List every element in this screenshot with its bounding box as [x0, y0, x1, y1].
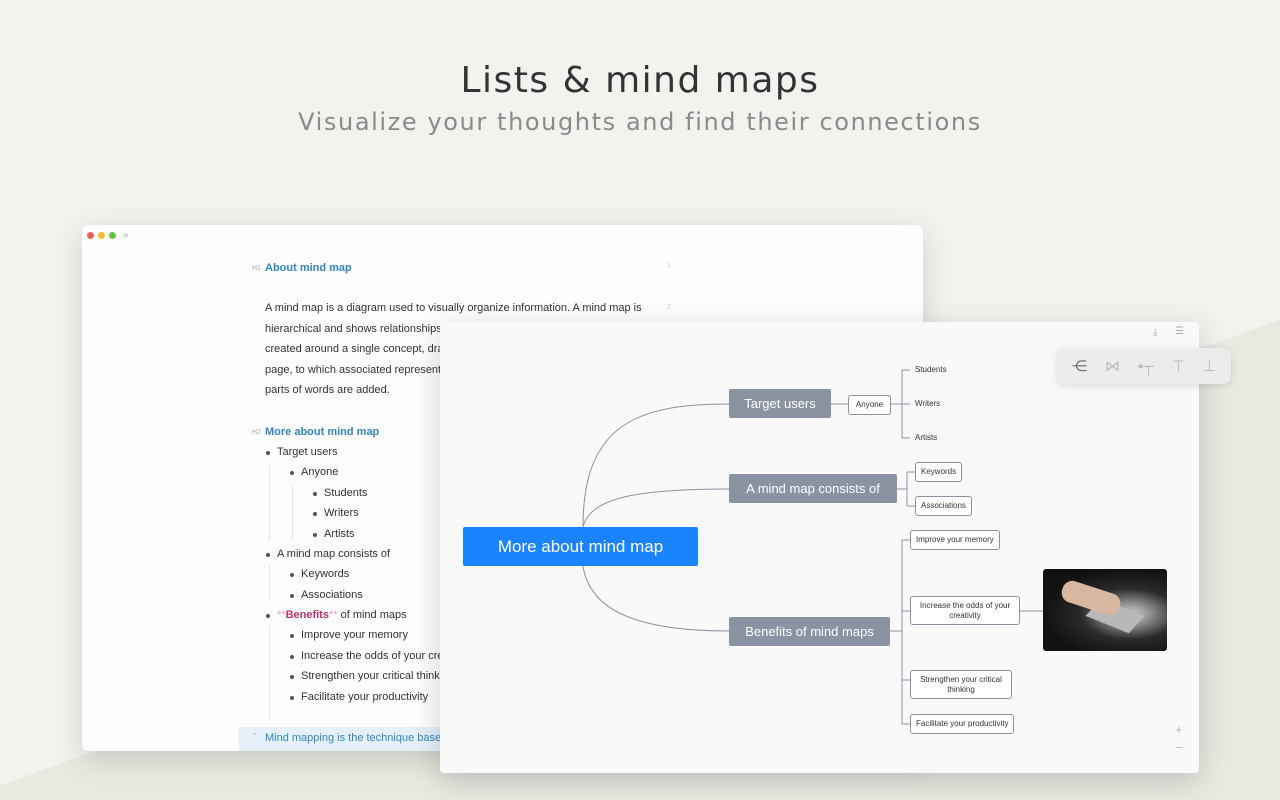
mindmap-node-odds[interactable]: Increase the odds of your creativity: [910, 596, 1020, 625]
heading-level-label: H1: [252, 265, 261, 272]
list-item[interactable]: Facilitate your productivity: [289, 691, 428, 703]
list-item[interactable]: Keywords: [289, 568, 349, 580]
bold-marker: **: [277, 609, 286, 621]
quote-text: Mind mapping is the technique based: [265, 732, 448, 744]
list-guide: [269, 625, 270, 720]
list-item[interactable]: **Benefits** of mind maps: [266, 609, 407, 621]
mindmap-root-node[interactable]: More about mind map: [463, 527, 698, 566]
mindmap-window: ⤓ ☰ More about mind map Target users A m…: [440, 322, 1199, 773]
list-item[interactable]: Improve your memory: [290, 629, 408, 641]
bold-marker: **: [328, 609, 338, 621]
list-item[interactable]: Artists: [313, 528, 355, 540]
list-item[interactable]: Target users: [266, 446, 338, 458]
laptop-typing-image: [1043, 569, 1167, 651]
hero-subtitle: Visualize your thoughts and find their c…: [298, 108, 982, 136]
close-button[interactable]: [87, 232, 94, 239]
connector: [582, 403, 730, 528]
line-number: 2: [667, 304, 671, 311]
layout-left-tree-icon[interactable]: ⋲: [1072, 357, 1087, 375]
list-item[interactable]: Students: [312, 487, 367, 499]
connector: [582, 488, 730, 528]
hero-title: Lists & mind maps: [460, 60, 820, 101]
heading-level-label: H2: [252, 429, 261, 436]
paragraph-line: A mind map is a diagram used to visually…: [265, 302, 642, 314]
mindmap-node-associations[interactable]: Associations: [915, 496, 972, 516]
zoom-out-button[interactable]: −: [1175, 740, 1183, 755]
mindmap-node-writers[interactable]: Writers: [915, 399, 940, 408]
layout-right-list-icon[interactable]: ▪┬: [1138, 358, 1154, 375]
heading-more-about-mind-map[interactable]: More about mind map: [265, 426, 379, 438]
list-guide: [292, 485, 293, 540]
list-item[interactable]: Increase the odds of your crea: [290, 650, 450, 662]
maximize-button[interactable]: [109, 232, 116, 239]
connector: [582, 565, 730, 632]
list-item[interactable]: Associations: [290, 589, 363, 601]
heading-about-mind-map[interactable]: About mind map: [265, 262, 352, 274]
list-item[interactable]: Anyone: [289, 466, 338, 478]
mindmap-node-memory[interactable]: Improve your memory: [910, 530, 1000, 550]
connector: [891, 369, 910, 439]
mindmap-node-consists[interactable]: A mind map consists of: [729, 474, 897, 503]
mindmap-node-productivity[interactable]: Facilitate your productivity: [910, 714, 1015, 734]
window-controls: »: [87, 230, 129, 241]
list-guide: [269, 565, 270, 600]
layout-org-chart-icon[interactable]: ⊤: [1172, 357, 1185, 375]
connector: [890, 539, 910, 725]
list-text: of mind maps: [337, 609, 407, 621]
list-guide: [269, 465, 270, 540]
minimize-button[interactable]: [98, 232, 105, 239]
line-number: 1: [667, 263, 671, 270]
layout-org-chart-alt-icon[interactable]: ⊥: [1203, 357, 1216, 375]
list-item[interactable]: A mind map consists of: [265, 548, 390, 560]
mindmap-node-keywords[interactable]: Keywords: [915, 462, 963, 482]
mindmap-node-target-users[interactable]: Target users: [729, 389, 831, 418]
mindmap-node-critical[interactable]: Strengthen your critical thinking: [910, 670, 1012, 699]
zoom-in-button[interactable]: +: [1175, 722, 1183, 737]
mindmap-node-anyone[interactable]: Anyone: [848, 395, 891, 415]
quote-icon: “: [253, 731, 256, 741]
layout-both-sides-icon[interactable]: ⋈: [1105, 357, 1120, 375]
sidebar-toggle-icon[interactable]: »: [123, 230, 129, 241]
mindmap-node-students[interactable]: Students: [915, 365, 947, 374]
bold-text: Benefits: [285, 609, 329, 621]
mindmap-node-artists[interactable]: Artists: [915, 433, 937, 442]
layout-picker: ⋲ ⋈ ▪┬ ⊤ ⊥: [1057, 348, 1231, 384]
connector: [897, 471, 915, 507]
list-item[interactable]: Writers: [313, 507, 359, 519]
mindmap-node-benefits[interactable]: Benefits of mind maps: [729, 617, 890, 646]
list-item[interactable]: Strengthen your critical thinki: [289, 670, 442, 682]
